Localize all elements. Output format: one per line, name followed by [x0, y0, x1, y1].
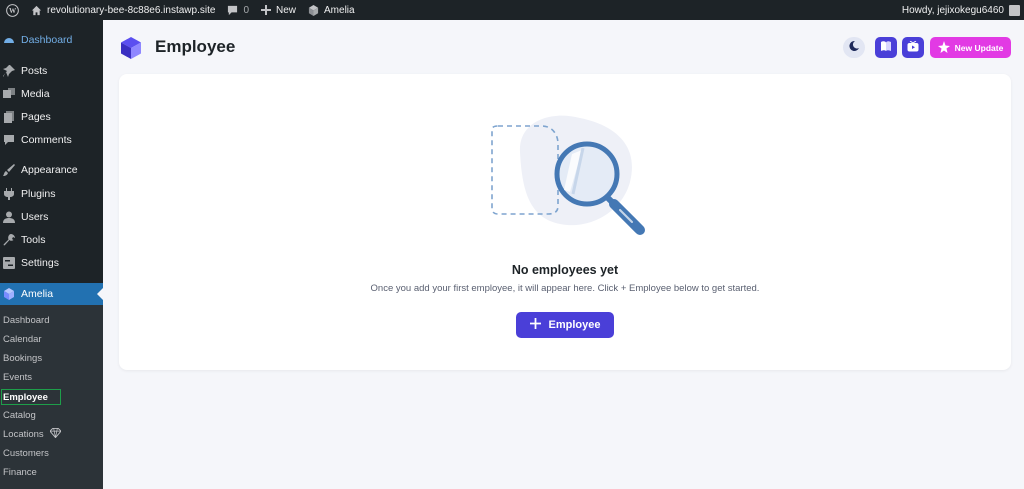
book-icon: [880, 39, 892, 57]
site-name-link[interactable]: revolutionary-bee-8c88e6.instawp.site: [25, 0, 221, 20]
submenu-item-dashboard[interactable]: Dashboard: [3, 312, 49, 328]
new-label: New: [276, 4, 297, 16]
sidebar-label: Tools: [21, 234, 46, 246]
submenu-item-employee[interactable]: Employee: [1, 389, 61, 405]
comment-icon: [3, 134, 15, 146]
submenu-item-catalog[interactable]: Catalog: [3, 407, 36, 423]
amelia-logo-icon: [308, 4, 319, 16]
sidebar-label: Appearance: [21, 164, 78, 176]
current-menu-arrow: [97, 288, 103, 300]
sidebar-label: Plugins: [21, 188, 56, 200]
new-update-button[interactable]: New Update: [930, 37, 1011, 58]
amelia-adminbar-link[interactable]: Amelia: [302, 0, 361, 20]
media-icon: [3, 88, 15, 100]
sidebar-label: Pages: [21, 111, 51, 123]
empty-state-description: Once you add your first employee, it wil…: [370, 283, 760, 294]
sidebar-label: Media: [21, 88, 50, 100]
submenu-label: Bookings: [3, 352, 43, 364]
sidebar-item-media[interactable]: Media: [0, 83, 103, 105]
sidebar-item-comments[interactable]: Comments: [0, 129, 103, 151]
dashboard-icon: [3, 34, 15, 46]
add-employee-label: Employee: [548, 319, 601, 331]
page-title: Employee: [155, 37, 236, 56]
submenu-label: Calendar: [3, 333, 42, 345]
sidebar-label: Posts: [21, 65, 48, 77]
new-content-link[interactable]: New: [255, 0, 302, 20]
submenu-label: Events: [3, 371, 33, 383]
moon-icon: [848, 39, 860, 57]
sidebar-label: Comments: [21, 134, 72, 146]
sidebar-item-tools[interactable]: Tools: [0, 229, 103, 251]
svg-text:W: W: [9, 7, 17, 15]
sidebar-label: Amelia: [21, 288, 54, 300]
submenu-label: Catalog: [3, 409, 36, 421]
plugin-icon: [3, 188, 15, 200]
submenu-item-locations[interactable]: Locations: [3, 426, 62, 442]
pages-icon: [3, 111, 15, 123]
amelia-logo-icon: [3, 288, 15, 300]
submenu-item-finance[interactable]: Finance: [3, 464, 37, 480]
sidebar-label: Users: [21, 211, 49, 223]
add-employee-button[interactable]: Employee: [516, 312, 614, 338]
video-tutorials-button[interactable]: [902, 37, 924, 58]
submenu-item-customers[interactable]: Customers: [3, 445, 49, 461]
brush-icon: [3, 164, 15, 176]
sidebar-item-dashboard[interactable]: Dashboard: [0, 29, 103, 51]
diamond-icon: [49, 427, 62, 441]
avatar: [1009, 4, 1020, 16]
sidebar-item-users[interactable]: Users: [0, 206, 103, 228]
submenu-item-events[interactable]: Events: [3, 369, 32, 385]
magnifier-illustration-icon: [491, 115, 645, 235]
wordpress-icon: W: [6, 3, 19, 17]
sidebar-item-settings[interactable]: Settings: [0, 252, 103, 274]
sidebar-item-amelia[interactable]: Amelia: [0, 283, 103, 305]
submenu-label: Finance: [3, 466, 37, 478]
wordpress-logo-button[interactable]: W: [0, 0, 25, 20]
amelia-logo-icon: [119, 36, 143, 60]
sidebar-label: Settings: [21, 257, 59, 269]
submenu-label: Locations: [3, 428, 44, 440]
site-name: revolutionary-bee-8c88e6.instawp.site: [47, 4, 216, 16]
video-play-icon: [907, 39, 919, 57]
plus-icon: [529, 318, 541, 332]
star-sparkle-icon: [937, 40, 950, 55]
submenu-label: Employee: [3, 391, 48, 403]
pin-icon: [3, 65, 15, 77]
submenu-label: Dashboard: [3, 314, 50, 326]
sidebar-item-appearance[interactable]: Appearance: [0, 159, 103, 181]
my-account-link[interactable]: Howdy, jejixokegu6460: [896, 0, 1024, 20]
submenu-item-calendar[interactable]: Calendar: [3, 331, 42, 347]
admin-sidebar: Dashboard Posts Media Pages Comments App…: [0, 20, 103, 489]
submenu-item-bookings[interactable]: Bookings: [3, 350, 42, 366]
users-icon: [3, 211, 15, 223]
settings-icon: [3, 257, 15, 269]
new-update-label: New Update: [954, 42, 1004, 53]
sidebar-item-pages[interactable]: Pages: [0, 106, 103, 128]
documentation-button[interactable]: [875, 37, 897, 58]
wrench-icon: [3, 234, 15, 246]
amelia-label: Amelia: [324, 4, 355, 16]
sidebar-label: Dashboard: [21, 34, 73, 46]
comment-bubble-icon: [227, 5, 238, 16]
dark-mode-toggle[interactable]: [843, 37, 865, 58]
admin-bar: W revolutionary-bee-8c88e6.instawp.site …: [0, 0, 1024, 20]
amelia-submenu: Dashboard Calendar Bookings Events Emplo…: [0, 305, 103, 489]
howdy-text: Howdy, jejixokegu6460: [901, 4, 1004, 16]
comments-count: 0: [243, 4, 249, 16]
sidebar-item-plugins[interactable]: Plugins: [0, 183, 103, 205]
plus-icon: [261, 5, 271, 15]
comments-link[interactable]: 0: [221, 0, 255, 20]
empty-state-title: No employees yet: [511, 263, 619, 277]
home-icon: [31, 5, 42, 16]
sidebar-item-posts[interactable]: Posts: [0, 60, 103, 82]
submenu-label: Customers: [3, 447, 49, 459]
